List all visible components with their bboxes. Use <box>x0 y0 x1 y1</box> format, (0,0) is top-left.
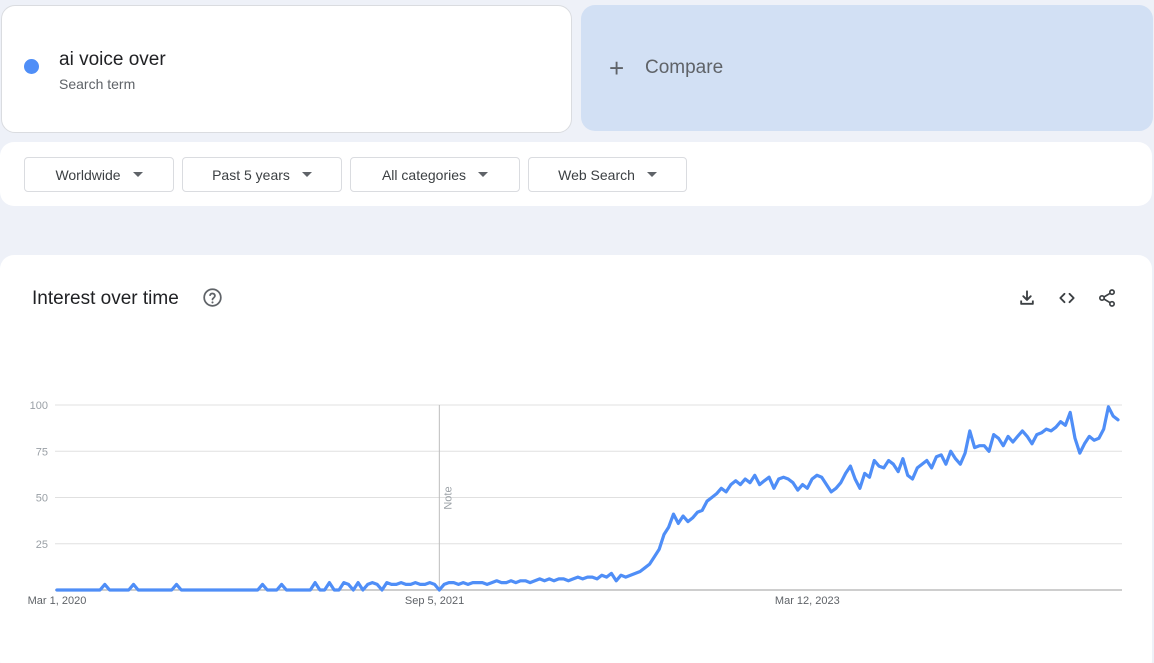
search-term-name[interactable]: ai voice over <box>59 49 166 71</box>
caret-down-icon <box>646 172 657 177</box>
filter-time-range[interactable]: Past 5 years <box>182 157 342 192</box>
x-tick-label: Mar 1, 2020 <box>28 595 87 607</box>
filter-region-label: Worldwide <box>55 166 121 183</box>
x-tick-label: Mar 12, 2023 <box>775 595 840 607</box>
filter-search-type-label: Web Search <box>558 166 635 183</box>
interest-line-chart: 25 50 75 100 Mar 1, 2020 Sep 5, 2021 Mar 12, … <box>28 400 1122 607</box>
filter-search-type[interactable]: Web Search <box>528 157 687 192</box>
caret-down-icon <box>132 172 143 177</box>
series-line-ai-voice-over[interactable] <box>55 405 1120 592</box>
x-tick-label: Sep 5, 2021 <box>405 595 464 607</box>
caret-down-icon <box>478 172 489 177</box>
search-term-card[interactable]: ai voice over Search term <box>1 5 572 133</box>
filter-category[interactable]: All categories <box>350 157 520 192</box>
filter-bar: Worldwide Past 5 years All categories We… <box>0 142 1152 206</box>
filter-category-label: All categories <box>381 166 467 183</box>
filter-region[interactable]: Worldwide <box>24 157 174 192</box>
plus-icon: + <box>609 53 625 83</box>
y-tick-label: 25 <box>36 539 48 551</box>
term-color-dot <box>24 59 39 74</box>
y-tick-label: 75 <box>36 446 48 458</box>
compare-button[interactable]: + Compare <box>581 5 1153 131</box>
y-tick-label: 50 <box>36 493 48 505</box>
note-label[interactable]: Note <box>442 486 454 509</box>
interest-over-time-card: Interest over time 25 50 75 100 Mar 1, 2020… <box>0 255 1152 663</box>
y-tick-label: 100 <box>30 400 48 412</box>
search-term-subtitle: Search term <box>59 76 136 92</box>
caret-down-icon <box>301 172 312 177</box>
compare-label: Compare <box>645 57 724 78</box>
filter-time-range-label: Past 5 years <box>212 166 290 183</box>
